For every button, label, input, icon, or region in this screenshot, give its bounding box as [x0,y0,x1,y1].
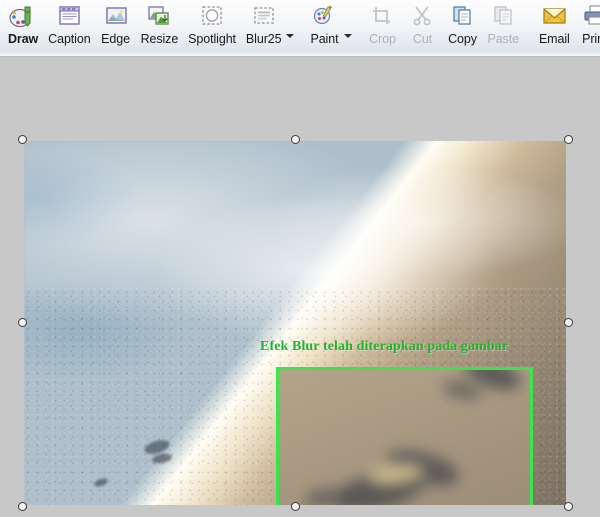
toolbar-button-draw[interactable]: Draw [3,0,43,54]
resize-handle-top-right[interactable] [564,135,573,144]
spotlight-icon [197,3,227,30]
resize-handle-bottom-left[interactable] [18,502,27,511]
toolbar-label-resize: Resize [140,32,179,46]
blur-icon [249,3,279,30]
edge-picture-icon [101,3,131,30]
scissors-icon [407,3,437,30]
blur-selection-rectangle[interactable] [276,367,533,505]
toolbar-label-edge: Edge [101,32,130,46]
toolbar-label-print: Print [582,32,600,46]
toolbar-label-crop: Crop [369,32,396,46]
toolbar-label-caption: Caption [48,32,91,46]
copy-icon [447,3,477,30]
toolbar-label-cut: Cut [412,32,433,46]
blur25-dropdown-caret[interactable] [286,0,295,54]
overlay-caption-text: Efek Blur telah diterapkan pada gambar [260,339,509,354]
resize-handle-middle-right[interactable] [564,318,573,327]
image-selection-frame[interactable]: Efek Blur telah diterapkan pada gambar [18,135,573,511]
toolbar-button-edge[interactable]: Edge [96,0,136,54]
toolbar-label-blur25: Blur25 [245,32,282,46]
toolbar-label-copy: Copy [448,32,477,46]
resize-handle-top-center[interactable] [291,135,300,144]
paste-icon [488,3,518,30]
editor-canvas[interactable]: Efek Blur telah diterapkan pada gambar [0,57,600,517]
resize-handle-bottom-center[interactable] [291,502,300,511]
toolbar-button-email[interactable]: Email [534,0,575,54]
toolbar-button-blur25[interactable]: Blur25 [241,0,287,54]
crop-icon [367,3,397,30]
toolbar-label-email: Email [538,32,570,46]
toolbar-button-copy[interactable]: Copy [442,0,482,54]
toolbar-label-paste: Paste [487,32,519,46]
toolbar-button-caption[interactable]: Caption [43,0,95,54]
image-editor-window: Draw Caption Edge Resize Spotlight Blur2… [0,0,600,517]
toolbar-label-draw: Draw [8,32,39,46]
draw-palette-icon [8,3,38,30]
toolbar-button-paste[interactable]: Paste [482,0,523,54]
toolbar-button-paint[interactable]: Paint [304,0,344,54]
resize-handle-top-left[interactable] [18,135,27,144]
caption-document-icon [54,3,84,30]
beach-photo[interactable]: Efek Blur telah diterapkan pada gambar [24,141,566,505]
paint-dropdown-caret[interactable] [344,0,353,54]
resize-icon [144,3,174,30]
toolbar-button-spotlight[interactable]: Spotlight [183,0,241,54]
toolbar-label-spotlight: Spotlight [188,32,236,46]
paint-icon [309,3,339,30]
toolbar-button-crop[interactable]: Crop [362,0,402,54]
envelope-icon [539,3,569,30]
toolbar-button-resize[interactable]: Resize [136,0,184,54]
main-toolbar: Draw Caption Edge Resize Spotlight Blur2… [0,0,600,57]
printer-icon [580,3,600,30]
toolbar-label-paint: Paint [310,32,339,46]
resize-handle-bottom-right[interactable] [564,502,573,511]
toolbar-button-cut[interactable]: Cut [402,0,442,54]
resize-handle-middle-left[interactable] [18,318,27,327]
toolbar-button-print[interactable]: Print [575,0,600,54]
